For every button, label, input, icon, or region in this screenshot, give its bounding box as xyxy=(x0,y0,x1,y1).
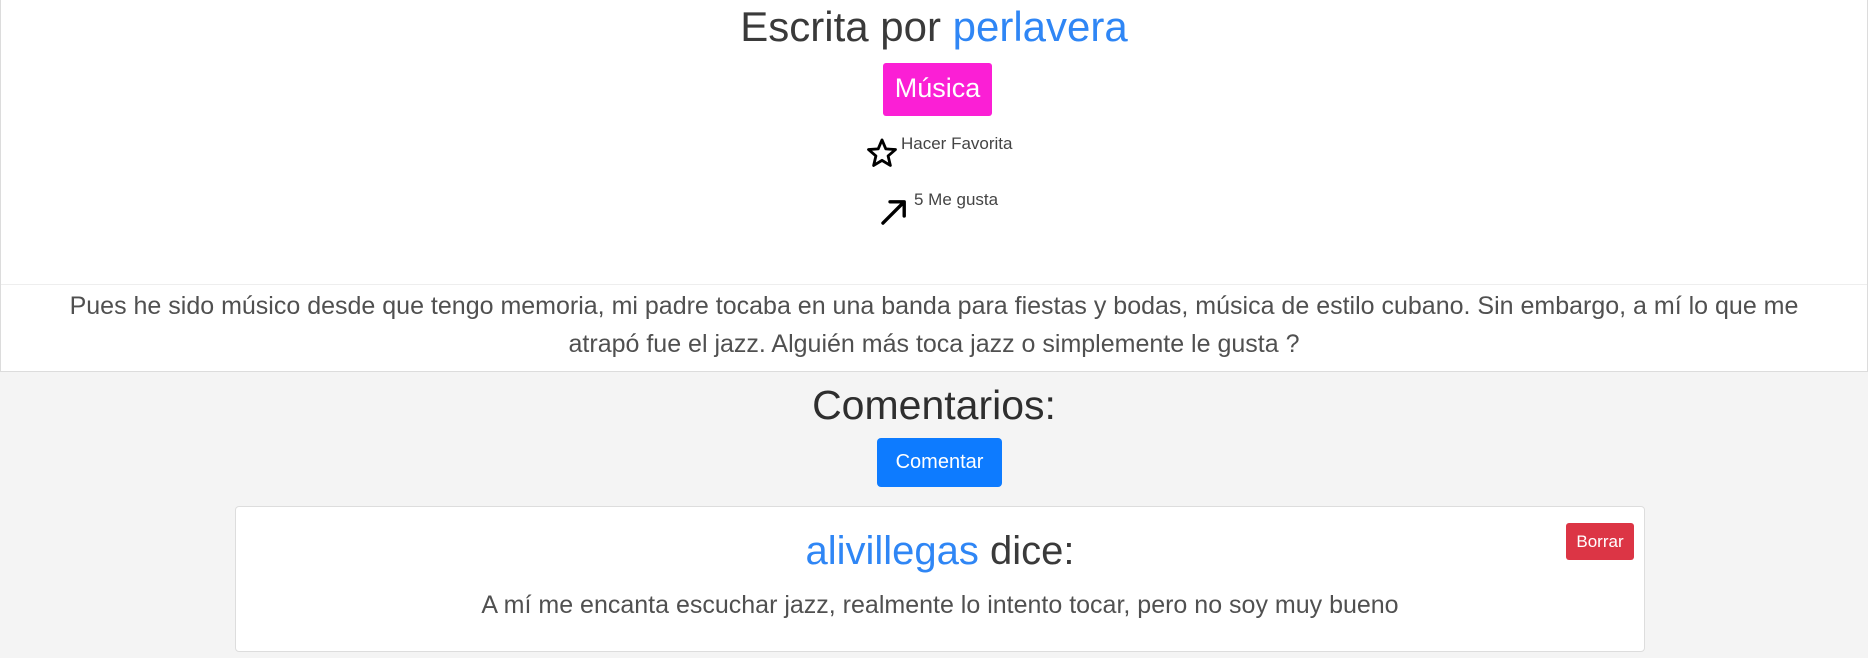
comment-author-link[interactable]: alivillegas xyxy=(805,529,978,573)
comments-heading: Comentarios: xyxy=(812,382,1056,428)
category-badge[interactable]: Música xyxy=(883,63,992,116)
post-title: Escrita por perlavera xyxy=(1,2,1867,52)
delete-comment-button[interactable]: Borrar xyxy=(1566,523,1634,560)
comment-text: A mí me encanta escuchar jazz, realmente… xyxy=(481,591,1399,619)
star-outline-icon xyxy=(865,132,899,175)
likes-count: 5 Me gusta xyxy=(914,190,999,209)
post-title-prefix: Escrita por xyxy=(740,3,941,50)
post-author-link[interactable]: perlavera xyxy=(953,3,1128,50)
favorite-button[interactable]: Hacer Favorita xyxy=(865,132,1012,172)
comment-says: dice: xyxy=(990,529,1075,573)
arrow-up-right-icon xyxy=(878,188,912,233)
like-button[interactable]: 5 Me gusta xyxy=(878,188,998,228)
post-header: Escrita por perlavera Música Hacer Favor… xyxy=(1,0,1867,285)
add-comment-button[interactable]: Comentar xyxy=(877,438,1002,487)
post-card: Escrita por perlavera Música Hacer Favor… xyxy=(0,0,1868,372)
comment-card: alivillegas dice: Borrar A mí me encanta… xyxy=(235,506,1645,652)
favorite-label: Hacer Favorita xyxy=(901,134,1013,153)
comment-title: alivillegas dice: xyxy=(236,527,1644,575)
post-body: Pues he sido músico desde que tengo memo… xyxy=(69,292,1799,358)
